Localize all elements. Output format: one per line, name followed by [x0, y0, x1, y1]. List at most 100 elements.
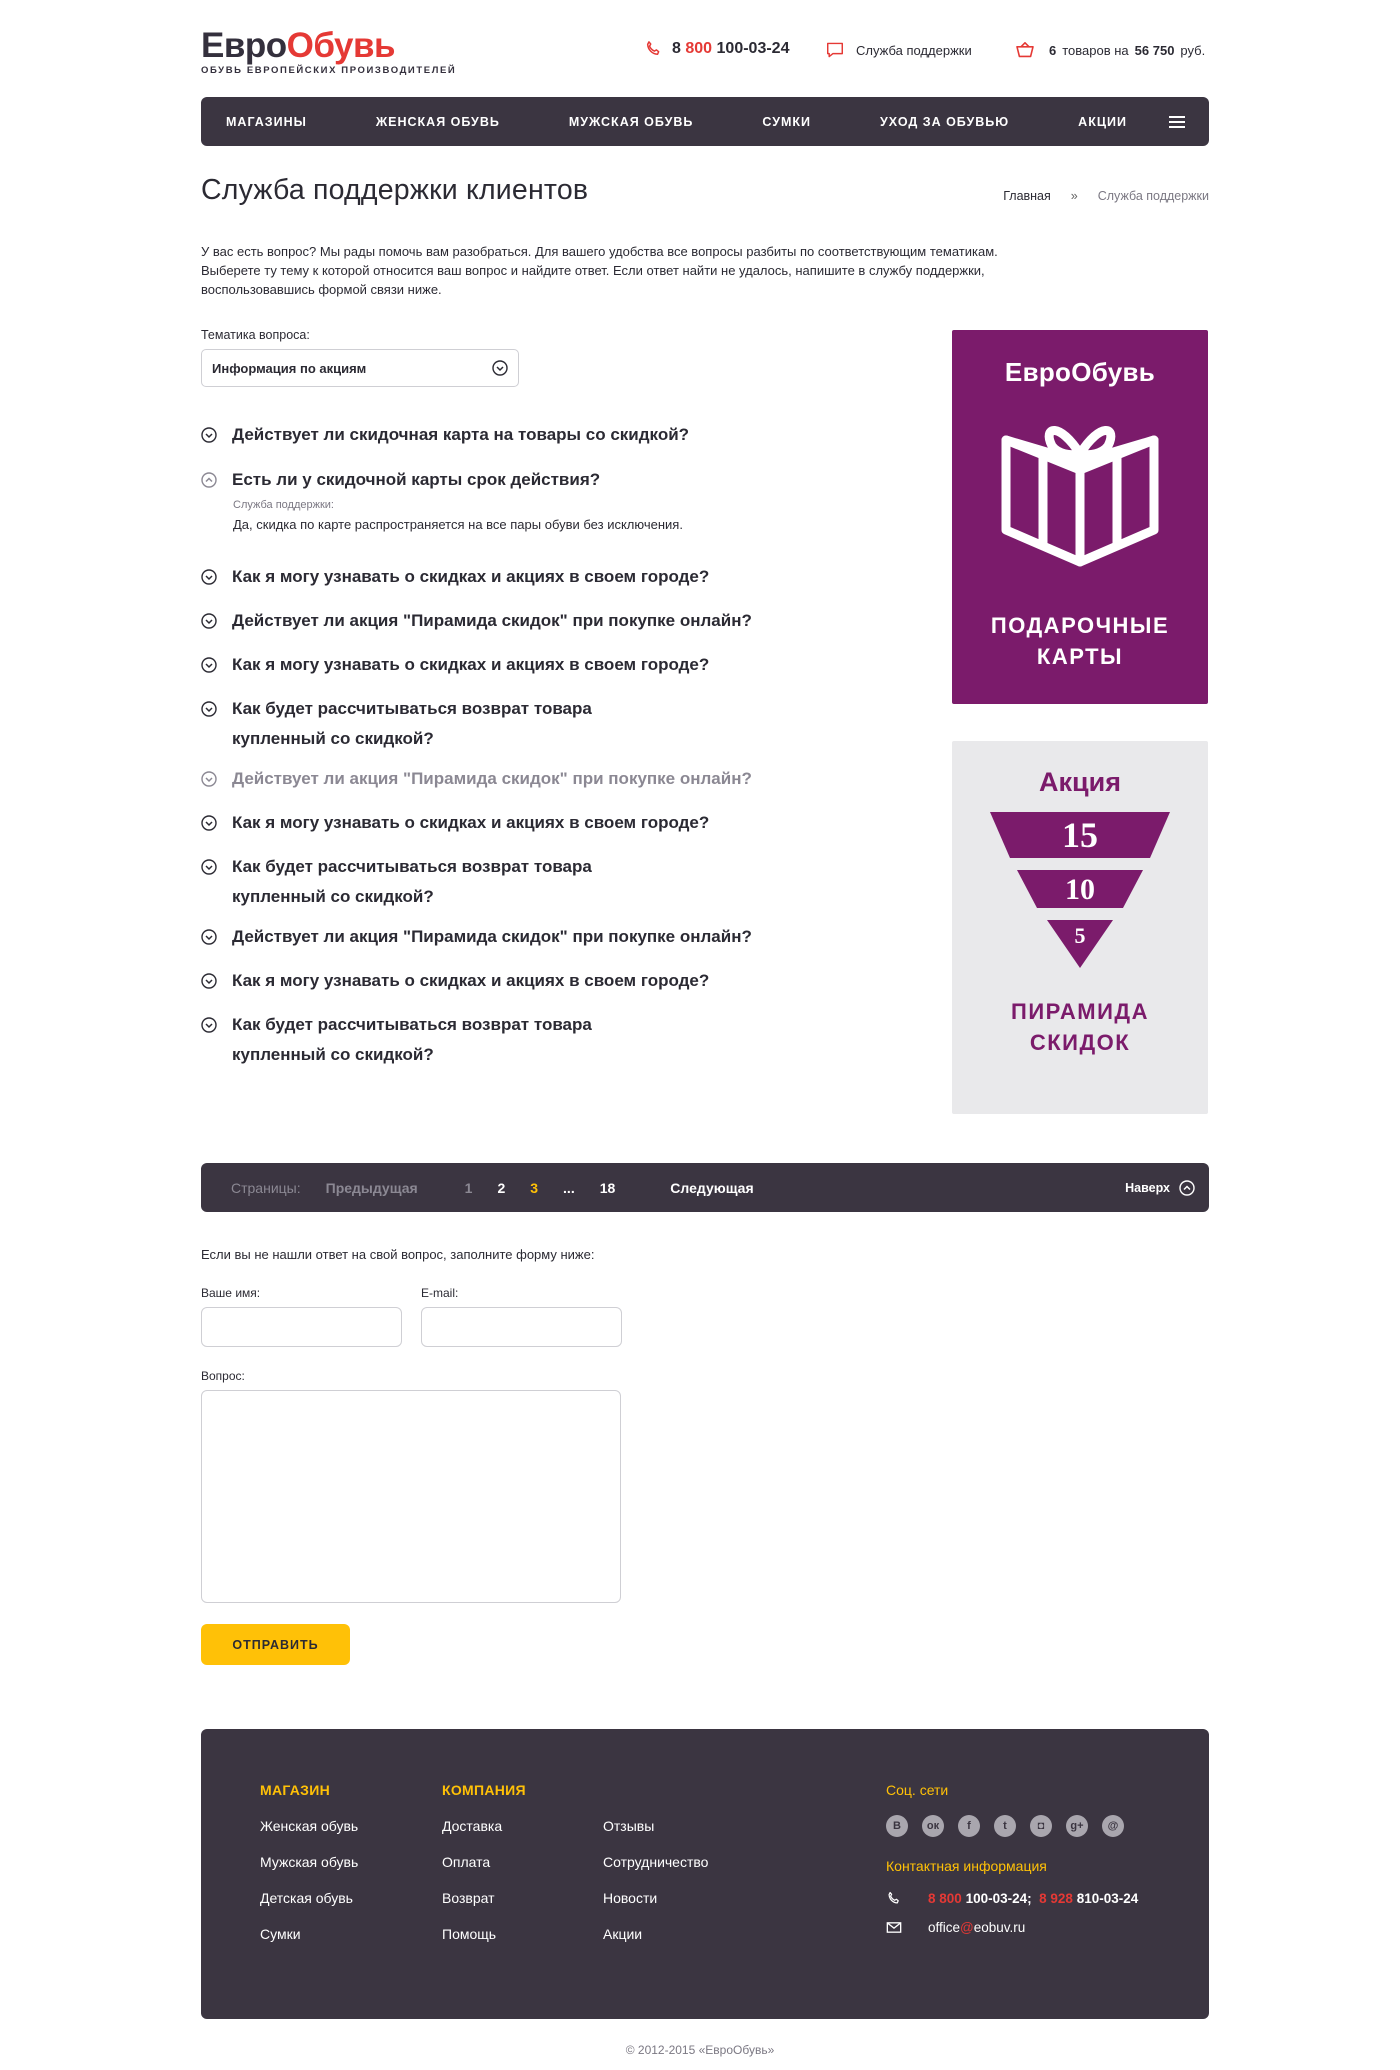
footer-email[interactable]: office@eobuv.ru — [886, 1920, 1025, 1935]
topic-selected-value: Информация по акциям — [212, 360, 367, 376]
footer-link[interactable]: Детская обувь — [260, 1890, 358, 1908]
svg-text:5: 5 — [1075, 923, 1086, 948]
faq-question-hover[interactable]: Действует ли акция "Пирамида скидок" при… — [201, 764, 841, 794]
gift-banner-caption: ПОДАРОЧНЫЕ КАРТЫ — [990, 613, 1170, 669]
header-cart[interactable]: 6 товаров на 56 750 руб. — [1015, 42, 1205, 58]
chevron-down-circle-icon — [201, 973, 217, 989]
faq-question[interactable]: Действует ли акция "Пирамида скидок" при… — [201, 922, 841, 952]
back-to-top[interactable]: Наверх — [1125, 1179, 1195, 1196]
pagination-page-18[interactable]: 18 — [600, 1180, 616, 1196]
chevron-up-circle-icon — [201, 472, 217, 488]
faq-question[interactable]: Как будет рассчитываться возврат товара к… — [201, 694, 841, 754]
logo[interactable]: ЕвроОбувь ОБУВЬ ЕВРОПЕЙСКИХ ПРОИЗВОДИТЕЛ… — [201, 28, 456, 77]
footer-link[interactable]: Возврат — [442, 1890, 526, 1908]
submit-button[interactable]: ОТПРАВИТЬ — [201, 1624, 350, 1665]
faq-question[interactable]: Как будет рассчитываться возврат товара к… — [201, 852, 841, 912]
pagination-page-current[interactable]: 3 — [530, 1180, 538, 1196]
email-label: E-mail: — [421, 1286, 459, 1300]
topic-label: Тематика вопроса: — [201, 328, 310, 342]
menu-icon[interactable] — [1169, 115, 1185, 128]
phone-icon — [888, 1891, 899, 1904]
footer-phones[interactable]: 8 800 100-03-24; 8 928 810-03-24 — [886, 1891, 1138, 1906]
facebook-icon[interactable]: f — [958, 1815, 980, 1837]
chevron-down-circle-icon — [201, 613, 217, 629]
header-support-link[interactable]: Служба поддержки — [826, 42, 972, 58]
pagination-next[interactable]: Следующая — [670, 1180, 753, 1196]
pagination-page-1[interactable]: 1 — [465, 1180, 473, 1196]
header-phone[interactable]: 8 800 100-03-24 — [644, 40, 789, 58]
footer-link[interactable]: Мужская обувь — [260, 1854, 358, 1872]
twitter-icon[interactable]: t — [994, 1815, 1016, 1837]
faq-question[interactable]: Действует ли акция "Пирамида скидок" при… — [201, 606, 841, 636]
question-label: Вопрос: — [201, 1369, 245, 1383]
pagination-label: Страницы: — [231, 1179, 301, 1196]
chevron-down-circle-icon — [201, 859, 217, 875]
chevron-down-circle-icon — [201, 929, 217, 945]
faq-answer: Служба поддержки: Да, скидка по карте ра… — [201, 499, 841, 532]
footer-link[interactable]: Новости — [603, 1890, 708, 1908]
intro-text: У вас есть вопрос? Мы рады помочь вам ра… — [201, 244, 998, 297]
pagination: Страницы: Предыдущая 1 2 3 ... 18 Следую… — [201, 1163, 1209, 1212]
instagram-icon[interactable]: ◘ — [1030, 1815, 1052, 1837]
pyramid-graphic: 15 10 5 — [990, 812, 1170, 968]
gift-cards-banner[interactable]: ЕвроОбувь ПОДАРОЧНЫЕ КАРТЫ — [952, 330, 1208, 704]
pagination-prev[interactable]: Предыдущая — [326, 1180, 418, 1196]
mail-icon[interactable]: @ — [1102, 1815, 1124, 1837]
faq-question[interactable]: Как я могу узнавать о скидках и акциях в… — [201, 650, 841, 680]
faq-question[interactable]: Как я могу узнавать о скидках и акциях в… — [201, 966, 841, 996]
footer-link[interactable]: Женская обувь — [260, 1818, 358, 1836]
footer: МАГАЗИН Женская обувь Мужская обувь Детс… — [201, 1729, 1209, 2019]
chevron-up-circle-icon — [1179, 1179, 1195, 1196]
footer-col-shop: МАГАЗИН Женская обувь Мужская обувь Детс… — [260, 1782, 359, 1944]
footer-col-company: КОМПАНИЯ Доставка Оплата Возврат Помощь — [442, 1782, 526, 1944]
chevron-down-circle-icon — [201, 569, 217, 585]
chevron-down-circle-icon — [201, 771, 217, 787]
svg-text:15: 15 — [1062, 815, 1098, 855]
page-title: Служба поддержки клиентов — [201, 174, 589, 206]
nav-item-promo[interactable]: АКЦИИ — [1078, 115, 1127, 129]
footer-link[interactable]: Акции — [603, 1926, 708, 1944]
question-textarea[interactable] — [201, 1390, 621, 1603]
contacts-title: Контактная информация — [886, 1858, 1047, 1874]
faq-question[interactable]: Действует ли скидочная карта на товары с… — [201, 420, 841, 450]
faq-question-expanded[interactable]: Есть ли у скидочной карты срок действия? — [201, 465, 841, 495]
social-title: Соц. сети — [886, 1782, 949, 1798]
email-input[interactable] — [421, 1307, 622, 1347]
pagination-page-2[interactable]: 2 — [497, 1180, 505, 1196]
nav-item-stores[interactable]: МАГАЗИНЫ — [226, 115, 307, 129]
chevron-down-circle-icon — [201, 815, 217, 831]
vk-icon[interactable]: В — [886, 1815, 908, 1837]
faq-question[interactable]: Как будет рассчитываться возврат товара к… — [201, 1010, 841, 1070]
faq-answer-text: Да, скидка по карте распространяется на … — [233, 517, 683, 532]
nav-item-men[interactable]: МУЖСКАЯ ОБУВЬ — [569, 115, 694, 129]
topic-select[interactable]: Информация по акциям — [201, 349, 519, 387]
gift-box-icon — [1001, 426, 1159, 567]
discount-pyramid-banner[interactable]: Акция 15 10 5 ПИРАМИДА СКИДОК — [952, 741, 1208, 1114]
envelope-icon — [886, 1922, 902, 1933]
nav-item-care[interactable]: УХОД ЗА ОБУВЬЮ — [880, 115, 1009, 129]
footer-link[interactable]: Оплата — [442, 1854, 526, 1872]
basket-icon — [1016, 42, 1034, 58]
faq-question[interactable]: Как я могу узнавать о скидках и акциях в… — [201, 562, 841, 592]
chevron-down-circle-icon — [201, 657, 217, 673]
footer-link[interactable]: Отзывы — [603, 1818, 708, 1836]
breadcrumb-current: Служба поддержки — [1097, 189, 1209, 203]
nav-item-bags[interactable]: СУМКИ — [762, 115, 811, 129]
google-plus-icon[interactable]: g+ — [1066, 1815, 1088, 1837]
faq-answer-author: Служба поддержки: — [233, 499, 334, 511]
promo-caption: ПИРАМИДА СКИДОК — [1011, 999, 1149, 1055]
chevron-down-icon — [492, 360, 508, 376]
faq-question[interactable]: Как я могу узнавать о скидках и акциях в… — [201, 808, 841, 838]
name-input[interactable] — [201, 1307, 402, 1347]
footer-link[interactable]: Сотрудничество — [603, 1854, 708, 1872]
footer-link[interactable]: Помощь — [442, 1926, 526, 1944]
breadcrumb: Главная » Служба поддержки — [1003, 189, 1209, 203]
footer-link[interactable]: Доставка — [442, 1818, 526, 1836]
odnoklassniki-icon[interactable]: ок — [922, 1815, 944, 1837]
chevron-down-circle-icon — [201, 427, 217, 443]
breadcrumb-home[interactable]: Главная — [1003, 189, 1051, 203]
nav-item-women[interactable]: ЖЕНСКАЯ ОБУВЬ — [376, 115, 500, 129]
footer-col-more: Отзывы Сотрудничество Новости Акции — [603, 1782, 708, 1962]
breadcrumb-separator: » — [1070, 189, 1078, 203]
footer-link[interactable]: Сумки — [260, 1926, 358, 1944]
